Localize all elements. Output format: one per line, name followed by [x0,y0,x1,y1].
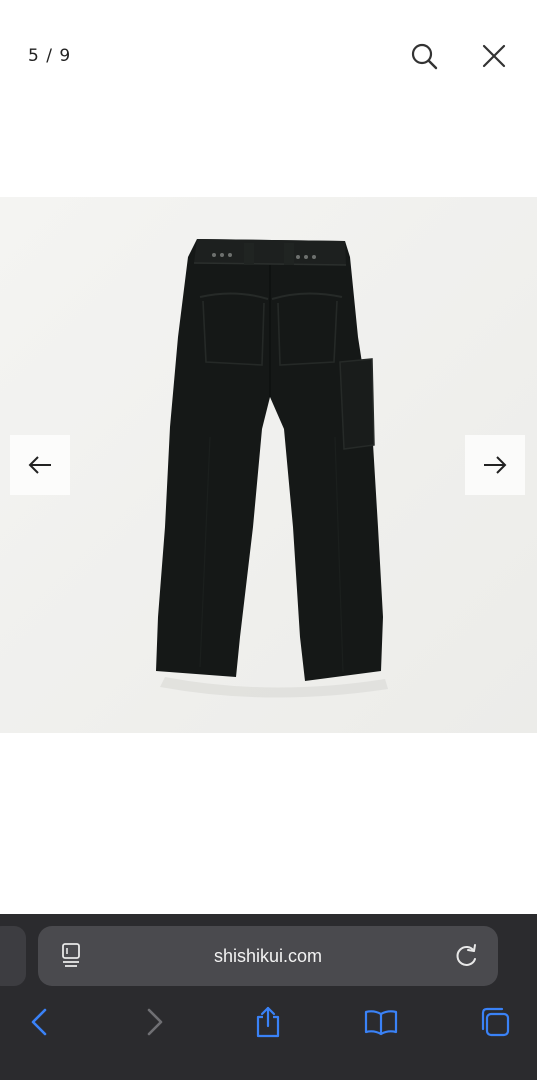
back-icon [31,1008,47,1036]
gallery-header: 5 / 9 [0,0,537,110]
tabs-icon [481,1007,510,1037]
previous-image-button[interactable] [10,435,70,495]
search-icon[interactable] [408,40,440,72]
reload-icon[interactable] [452,941,482,971]
product-photo-trousers [0,197,537,733]
product-image-viewer[interactable] [0,197,537,733]
forward-button[interactable] [134,1002,174,1042]
address-bar[interactable]: shishikui.com [38,926,498,986]
url-text: shishikui.com [213,946,323,966]
share-button[interactable] [248,1002,288,1042]
arrow-right-icon [484,456,507,474]
bookmarks-icon [364,1010,398,1036]
arrow-left-icon [28,456,51,474]
tabs-button[interactable] [475,1002,515,1042]
share-icon [256,1006,280,1038]
image-counter: 5 / 9 [28,46,72,66]
bookmarks-button[interactable] [361,1002,401,1042]
forward-icon [147,1008,163,1036]
browser-toolbar: shishikui.com [0,914,537,1080]
back-button[interactable] [20,1002,60,1042]
previous-tab-preview[interactable] [0,926,26,986]
close-icon[interactable] [478,40,510,72]
next-image-button[interactable] [465,435,525,495]
